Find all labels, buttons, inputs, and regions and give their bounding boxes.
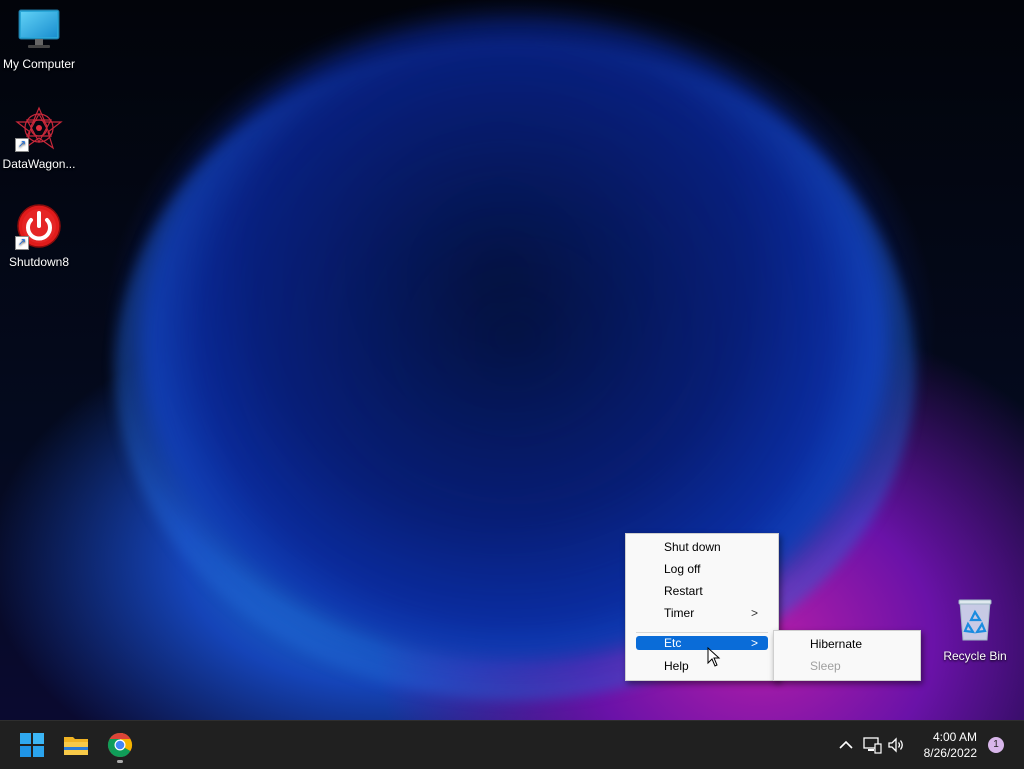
chevron-up-icon[interactable] xyxy=(836,735,856,755)
shortcut-arrow-icon: ↗ xyxy=(15,236,29,250)
desktop-icon-label: Shutdown8 xyxy=(8,255,70,269)
file-explorer-button[interactable] xyxy=(56,725,96,765)
menu-item-label: Etc xyxy=(664,636,682,650)
monitor-icon xyxy=(17,9,61,53)
notification-badge[interactable]: 1 xyxy=(988,737,1004,753)
submenu-item-sleep: Sleep xyxy=(810,659,841,673)
menu-item-timer[interactable]: Timer > xyxy=(636,604,768,622)
running-indicator xyxy=(117,760,123,763)
system-tray: 4:00 AM 8/26/2022 1 xyxy=(824,721,1024,769)
recycle-bin-icon xyxy=(955,599,995,645)
etc-submenu: Hibernate Sleep xyxy=(773,630,921,681)
clock-date: 8/26/2022 xyxy=(923,746,977,760)
windows-logo-icon xyxy=(12,733,52,768)
start-button[interactable] xyxy=(12,725,52,765)
menu-item-label: Timer xyxy=(664,606,695,620)
taskbar: 4:00 AM 8/26/2022 1 xyxy=(0,720,1024,769)
menu-item-restart[interactable]: Restart xyxy=(636,582,768,600)
folder-icon xyxy=(56,737,96,768)
desktop-icon-my-computer[interactable]: My Computer xyxy=(1,8,77,71)
menu-item-log-off[interactable]: Log off xyxy=(636,560,768,578)
menu-item-label: Shut down xyxy=(664,540,721,554)
menu-item-shut-down[interactable]: Shut down xyxy=(636,538,768,556)
shortcut-arrow-icon: ↗ xyxy=(15,138,29,152)
mouse-cursor-icon xyxy=(707,647,721,667)
network-icon[interactable] xyxy=(862,735,882,755)
desktop-icon-label: DataWagon... xyxy=(2,157,76,171)
menu-item-label: Help xyxy=(664,659,689,673)
menu-item-label: Restart xyxy=(664,584,703,598)
menu-item-etc[interactable]: Etc > xyxy=(636,636,768,650)
chrome-button[interactable] xyxy=(100,725,140,765)
desktop[interactable]: My Computer ↗ DataWagon... ↗ Shutdown8 R… xyxy=(0,0,1024,720)
desktop-icon-label: My Computer xyxy=(2,57,76,71)
desktop-icon-label: Recycle Bin xyxy=(943,649,1007,663)
desktop-icon-recycle-bin[interactable]: Recycle Bin xyxy=(937,598,1013,663)
menu-separator xyxy=(636,632,768,633)
wallpaper-orb xyxy=(115,40,915,700)
volume-icon[interactable] xyxy=(886,735,906,755)
submenu-item-hibernate[interactable]: Hibernate xyxy=(810,635,862,653)
chevron-right-icon: > xyxy=(750,606,758,620)
menu-item-help[interactable]: Help xyxy=(636,657,768,675)
taskbar-clock[interactable]: 4:00 AM 8/26/2022 xyxy=(907,729,977,761)
chevron-right-icon: > xyxy=(750,636,758,650)
desktop-icon-datawagon[interactable]: ↗ DataWagon... xyxy=(1,106,77,171)
menu-item-label: Log off xyxy=(664,562,701,576)
desktop-icon-shutdown8[interactable]: ↗ Shutdown8 xyxy=(1,204,77,269)
shutdown-context-menu: Shut down Log off Restart Timer > Etc > … xyxy=(625,533,779,681)
clock-time: 4:00 AM xyxy=(932,730,977,744)
